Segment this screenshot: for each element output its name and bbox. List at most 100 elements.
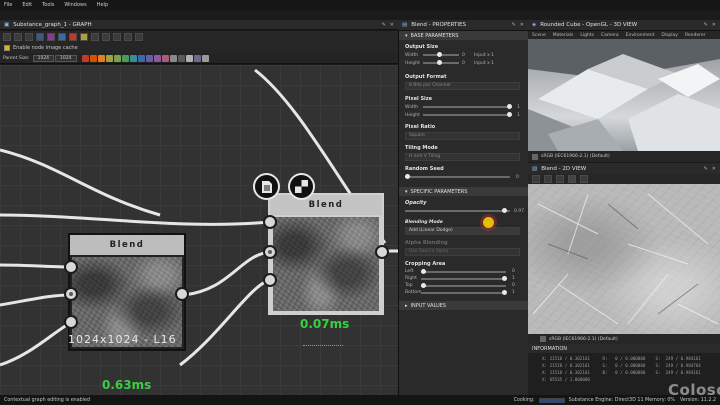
node-type-button-11[interactable] bbox=[161, 54, 169, 62]
pin-button[interactable] bbox=[91, 33, 99, 41]
menu-environment[interactable]: Environment bbox=[626, 33, 655, 38]
checker-output-icon[interactable] bbox=[288, 173, 315, 200]
menu-materials[interactable]: Materials bbox=[553, 33, 574, 38]
input-port-3[interactable] bbox=[263, 273, 277, 287]
node-type-button-8[interactable] bbox=[137, 54, 145, 62]
menu-scene[interactable]: Scene bbox=[532, 33, 546, 38]
link-button[interactable] bbox=[58, 33, 66, 41]
crop-left-slider[interactable] bbox=[421, 268, 506, 274]
select-tool-button[interactable] bbox=[3, 33, 11, 41]
view3d-viewport[interactable] bbox=[528, 39, 720, 151]
input-port-3[interactable] bbox=[64, 315, 78, 329]
info-button[interactable] bbox=[568, 175, 576, 183]
blend-node-right[interactable]: Blend bbox=[268, 193, 384, 315]
settings-button[interactable] bbox=[580, 175, 588, 183]
menu-file[interactable]: File bbox=[4, 2, 12, 8]
properties-icon: ▤ bbox=[402, 22, 408, 28]
pixel-ratio-dropdown[interactable]: Square bbox=[405, 132, 520, 140]
node-type-button-15[interactable] bbox=[193, 54, 201, 62]
parent-size-select[interactable]: 1024 bbox=[32, 54, 55, 62]
output-height-mode[interactable]: Input x 1 bbox=[474, 61, 494, 66]
node-type-button-5[interactable] bbox=[113, 54, 121, 62]
input-values-header[interactable]: ▸ INPUT VALUES bbox=[399, 301, 528, 310]
output-format-dropdown[interactable]: 8 Bits per Channel bbox=[405, 82, 520, 90]
input-port-2[interactable] bbox=[64, 287, 78, 301]
menu-edit[interactable]: Edit bbox=[22, 2, 32, 8]
input-port-1[interactable] bbox=[263, 215, 277, 229]
pixel-height-slider[interactable] bbox=[423, 112, 512, 117]
view2d-colorspace[interactable]: sRGB (IEC61966-2.1) (Default) bbox=[549, 337, 618, 342]
bookmark-button[interactable] bbox=[69, 33, 77, 41]
node-type-button-4[interactable] bbox=[105, 54, 113, 62]
display-settings-icon[interactable] bbox=[532, 153, 538, 160]
camera-button[interactable] bbox=[14, 33, 22, 41]
view3d-colorspace[interactable]: sRGB (IEC61966-2.1) (Default) bbox=[541, 154, 610, 159]
grid-button[interactable] bbox=[36, 33, 44, 41]
opacity-value[interactable]: 0.97 bbox=[514, 209, 524, 214]
node-type-button-9[interactable] bbox=[145, 54, 153, 62]
node-type-button-12[interactable] bbox=[169, 54, 177, 62]
menu-lights[interactable]: Lights bbox=[580, 33, 594, 38]
undo-button[interactable] bbox=[113, 33, 121, 41]
pin-icon[interactable]: ✎ bbox=[704, 22, 708, 28]
menu-help[interactable]: Help bbox=[97, 2, 108, 8]
specific-parameters-header[interactable]: ▾ SPECIFIC PARAMETERS bbox=[399, 187, 528, 196]
display-settings-icon[interactable] bbox=[540, 336, 546, 342]
view2d-viewport[interactable] bbox=[528, 184, 720, 334]
channel-button[interactable] bbox=[532, 175, 540, 183]
node-type-button-10[interactable] bbox=[153, 54, 161, 62]
blending-mode-dropdown[interactable]: Add (Linear Dodge) bbox=[405, 227, 520, 235]
redo-button[interactable] bbox=[124, 33, 132, 41]
crop-right-slider[interactable] bbox=[421, 275, 507, 281]
output-height-slider[interactable] bbox=[423, 60, 459, 65]
atomic-node-buttons bbox=[81, 54, 209, 62]
close-icon[interactable]: ✕ bbox=[712, 166, 716, 172]
random-seed-slider[interactable] bbox=[405, 174, 510, 179]
close-icon[interactable]: ✕ bbox=[712, 22, 716, 28]
zoom-fit-button[interactable] bbox=[556, 175, 564, 183]
menu-renderer[interactable]: Renderer bbox=[685, 33, 706, 38]
node-type-button-1[interactable] bbox=[81, 54, 89, 62]
crop-bottom-slider[interactable] bbox=[421, 289, 507, 295]
align-button[interactable] bbox=[102, 33, 110, 41]
output-width-value[interactable]: 0 bbox=[462, 53, 470, 58]
node-add-button[interactable] bbox=[47, 33, 55, 41]
alpha-blending-dropdown[interactable]: Use Source Alpha bbox=[405, 248, 520, 256]
comment-button[interactable] bbox=[80, 33, 88, 41]
input-port-2[interactable] bbox=[263, 245, 277, 259]
size-select[interactable]: 1024 bbox=[55, 54, 77, 62]
node-type-button-7[interactable] bbox=[129, 54, 137, 62]
node-type-button-13[interactable] bbox=[177, 54, 185, 62]
graph-canvas[interactable]: Blend 1024x1024 - L16 0.63ms Blend 0.07m… bbox=[0, 65, 398, 395]
node-type-button-3[interactable] bbox=[97, 54, 105, 62]
output-height-value[interactable]: 0 bbox=[462, 61, 470, 66]
close-icon[interactable]: ✕ bbox=[520, 22, 524, 28]
output-width-mode[interactable]: Input x 1 bbox=[474, 53, 494, 58]
node-type-button-14[interactable] bbox=[185, 54, 193, 62]
node-type-button-6[interactable] bbox=[121, 54, 129, 62]
input-port-1[interactable] bbox=[64, 260, 78, 274]
node-type-button-16[interactable] bbox=[201, 54, 209, 62]
pin-icon[interactable]: ✎ bbox=[512, 22, 516, 28]
menu-tools[interactable]: Tools bbox=[42, 2, 54, 8]
tiling-mode-dropdown[interactable]: H and V Tiling bbox=[405, 153, 520, 161]
tiling-button[interactable] bbox=[544, 175, 552, 183]
output-port[interactable] bbox=[175, 287, 189, 301]
opacity-slider[interactable] bbox=[405, 208, 510, 213]
crop-top-slider[interactable] bbox=[421, 282, 506, 288]
output-port[interactable] bbox=[375, 245, 389, 259]
node-type-button-2[interactable] bbox=[89, 54, 97, 62]
close-icon[interactable]: ✕ bbox=[390, 22, 394, 28]
output-width-slider[interactable] bbox=[423, 52, 459, 57]
output-doc-icon[interactable] bbox=[253, 173, 280, 200]
menu-windows[interactable]: Windows bbox=[64, 2, 86, 8]
menu-display[interactable]: Display bbox=[661, 33, 678, 38]
pin-icon[interactable]: ✎ bbox=[382, 22, 386, 28]
pixel-width-slider[interactable] bbox=[423, 104, 512, 109]
more-button[interactable] bbox=[135, 33, 143, 41]
base-parameters-header[interactable]: ▾ BASE PARAMETERS bbox=[399, 31, 528, 40]
menu-camera[interactable]: Camera bbox=[601, 33, 619, 38]
frame-button[interactable] bbox=[25, 33, 33, 41]
enable-cache-checkbox[interactable] bbox=[4, 45, 10, 51]
pin-icon[interactable]: ✎ bbox=[704, 166, 708, 172]
